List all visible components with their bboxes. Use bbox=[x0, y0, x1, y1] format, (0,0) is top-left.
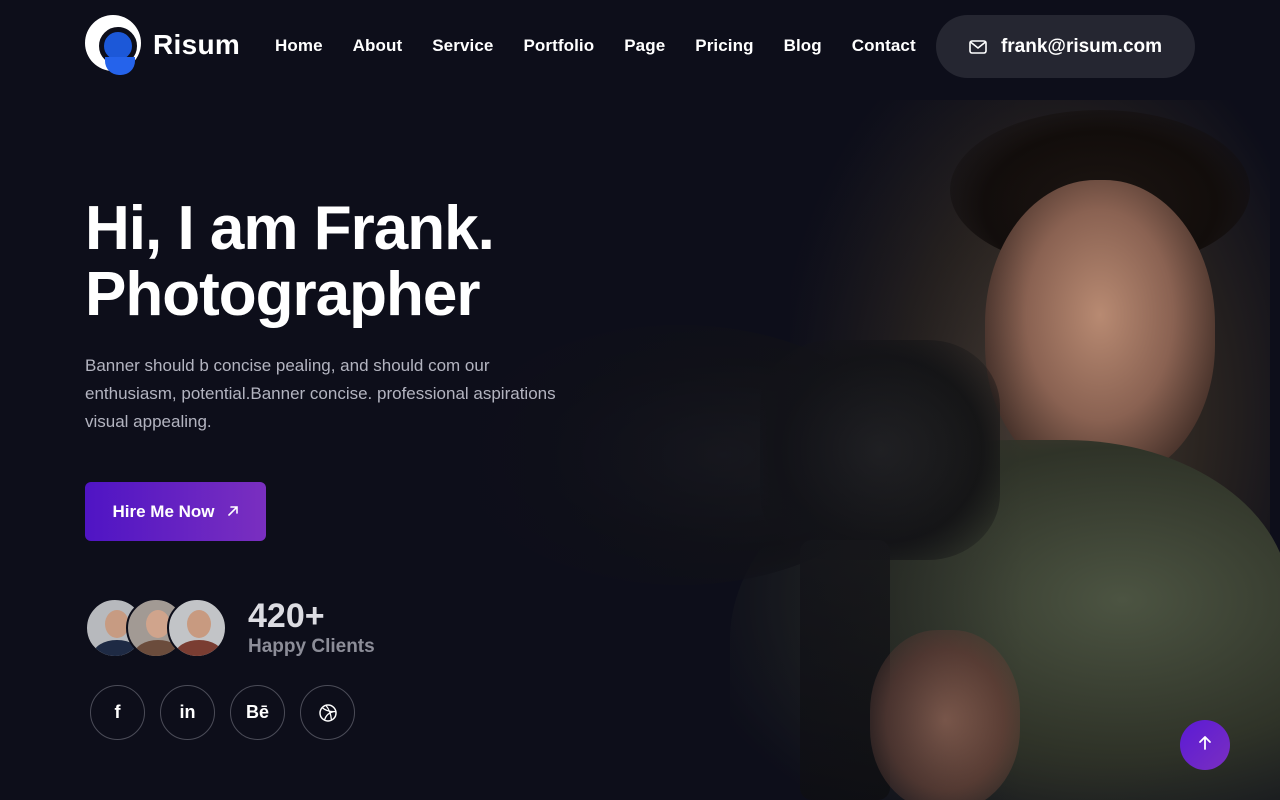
logo[interactable]: Risum bbox=[85, 15, 240, 75]
nav-item-about[interactable]: About bbox=[353, 36, 403, 56]
dribbble-icon[interactable] bbox=[300, 685, 355, 740]
image-face bbox=[985, 180, 1215, 480]
email-contact-button[interactable]: frank@risum.com bbox=[936, 15, 1195, 78]
site-header: Risum Home About Service Portfolio Page … bbox=[0, 0, 1280, 95]
happy-clients: 420+ Happy Clients bbox=[85, 598, 375, 658]
client-count: 420+ bbox=[248, 597, 325, 635]
hire-me-label: Hire Me Now bbox=[112, 501, 215, 521]
social-links: f in Bē bbox=[90, 685, 355, 740]
client-avatars bbox=[85, 598, 227, 658]
hire-me-button[interactable]: Hire Me Now bbox=[85, 482, 266, 541]
behance-icon[interactable]: Bē bbox=[230, 685, 285, 740]
image-hand bbox=[870, 630, 1020, 800]
image-glow bbox=[790, 100, 1270, 800]
nav-item-contact[interactable]: Contact bbox=[852, 36, 916, 56]
arrow-up-right-icon bbox=[227, 502, 239, 522]
hero-description: Banner should b concise pealing, and sho… bbox=[85, 356, 556, 431]
email-address: frank@risum.com bbox=[1000, 35, 1163, 57]
mail-icon bbox=[969, 39, 987, 54]
back-to-top-button[interactable] bbox=[1180, 720, 1230, 770]
nav-item-page[interactable]: Page bbox=[624, 36, 665, 56]
logo-mark-icon bbox=[85, 15, 141, 75]
main-nav: Home About Service Portfolio Page Pricin… bbox=[275, 36, 916, 56]
nav-item-service[interactable]: Service bbox=[432, 36, 493, 56]
brand-name: Risum bbox=[153, 29, 241, 60]
client-label: Happy Clients bbox=[248, 636, 375, 657]
nav-item-home[interactable]: Home bbox=[275, 36, 323, 56]
image-tripod bbox=[800, 540, 890, 800]
nav-item-portfolio[interactable]: Portfolio bbox=[523, 36, 594, 56]
avatar bbox=[167, 598, 227, 658]
client-stats: 420+ Happy Clients bbox=[248, 598, 375, 658]
hero-title-line-2: Photographer bbox=[85, 260, 480, 329]
nav-item-blog[interactable]: Blog bbox=[784, 36, 822, 56]
hero-title: Hi, I am Frank. Photographer bbox=[85, 194, 495, 329]
image-hair bbox=[950, 110, 1250, 270]
hero-title-line-1: Hi, I am Frank. bbox=[85, 194, 495, 263]
linkedin-icon[interactable]: in bbox=[160, 685, 215, 740]
nav-item-pricing[interactable]: Pricing bbox=[695, 36, 753, 56]
image-camera-body bbox=[760, 340, 1000, 560]
arrow-up-icon bbox=[1197, 735, 1213, 756]
facebook-icon[interactable]: f bbox=[90, 685, 145, 740]
